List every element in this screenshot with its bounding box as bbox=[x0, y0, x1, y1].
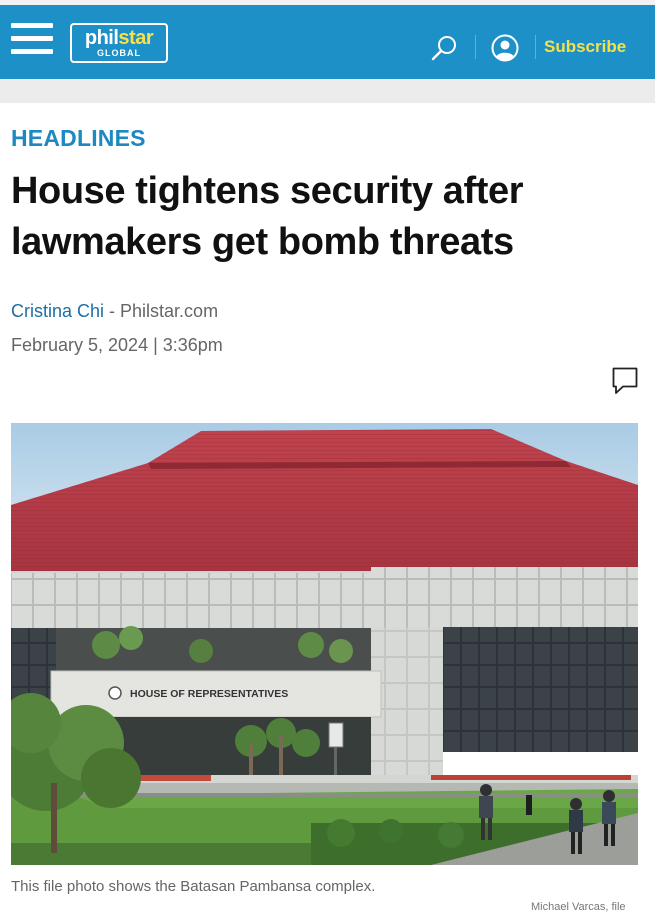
logo-subtitle: GLOBAL bbox=[97, 48, 141, 58]
byline: Cristina Chi - Philstar.com bbox=[11, 299, 218, 323]
building-sign-text: HOUSE OF REPRESENTATIVES bbox=[130, 688, 288, 700]
search-icon[interactable] bbox=[430, 33, 460, 63]
comment-bubble-icon[interactable] bbox=[611, 366, 639, 396]
user-account-icon[interactable] bbox=[491, 34, 519, 62]
publish-date: February 5, 2024 | 3:36pm bbox=[11, 335, 223, 355]
header-divider bbox=[475, 35, 476, 59]
site-header: philstar GLOBAL Subscribe bbox=[0, 5, 655, 79]
subscribe-button[interactable]: Subscribe bbox=[544, 37, 626, 57]
section-label[interactable]: HEADLINES bbox=[11, 124, 146, 152]
article-photo: HOUSE OF REPRESENTATIVES bbox=[11, 423, 638, 865]
logo-wordmark: philstar bbox=[84, 27, 154, 49]
author-link[interactable]: Cristina Chi bbox=[11, 301, 104, 321]
source-name: Philstar.com bbox=[120, 301, 219, 321]
article-title: House tightens security after lawmakers … bbox=[11, 170, 524, 263]
photo-caption: This file photo shows the Batasan Pamban… bbox=[11, 878, 376, 895]
hamburger-menu-icon[interactable] bbox=[11, 23, 53, 55]
header-divider bbox=[535, 35, 536, 59]
ad-spacer-bar bbox=[0, 79, 655, 103]
byline-separator: - bbox=[104, 301, 121, 321]
photo-credit: Michael Varcas, file bbox=[531, 901, 626, 912]
philstar-logo[interactable]: philstar GLOBAL bbox=[70, 23, 168, 63]
